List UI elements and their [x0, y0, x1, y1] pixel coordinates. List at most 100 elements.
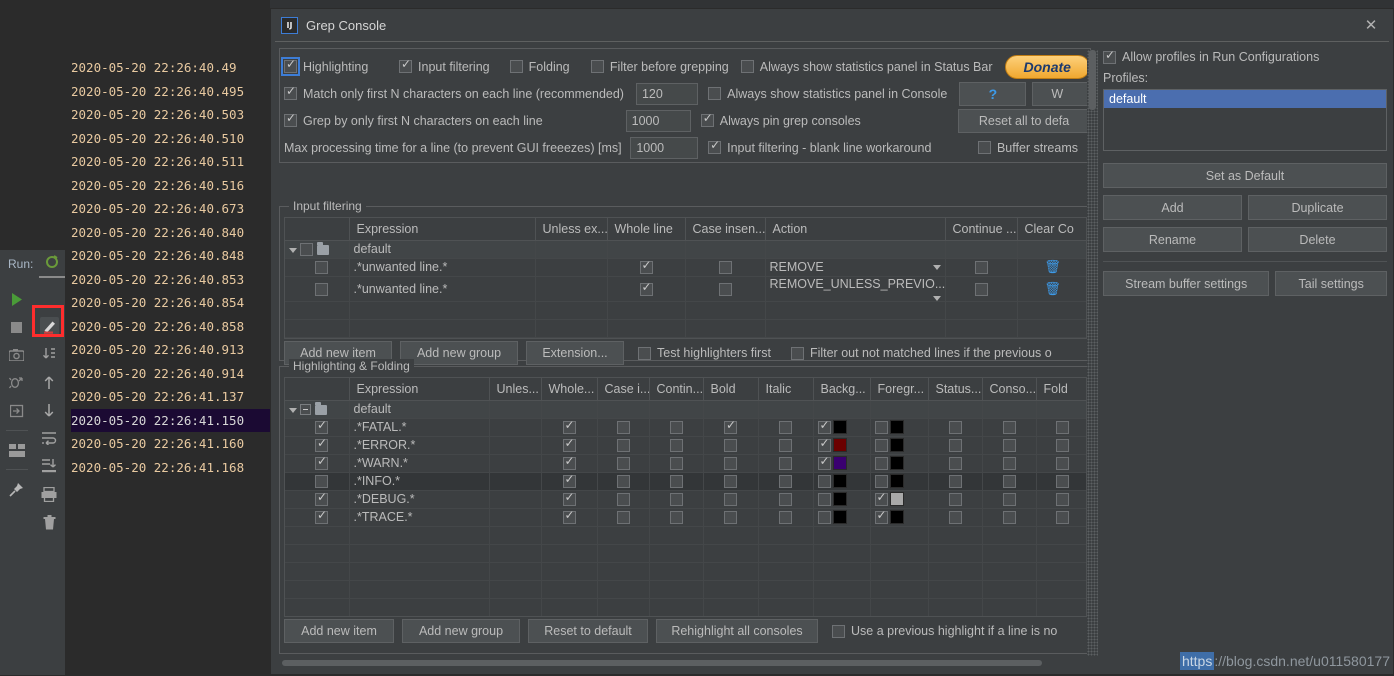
column-header[interactable]: Conso...: [982, 378, 1037, 401]
row-checkbox[interactable]: [1002, 475, 1016, 489]
row-checkbox[interactable]: [817, 455, 831, 470]
row-checkbox[interactable]: [874, 474, 888, 488]
row-checkbox[interactable]: [779, 493, 792, 507]
checkbox-box[interactable]: [832, 624, 845, 638]
foreground-color-swatch[interactable]: [889, 492, 904, 507]
add-new-group-button[interactable]: Add new group: [400, 341, 518, 365]
row-checkbox[interactable]: [315, 491, 328, 507]
checkbox-box[interactable]: [284, 112, 297, 127]
row-checkbox[interactable]: [724, 475, 737, 489]
checkbox-blank-line-workaround[interactable]: Input filtering - blank line workaround: [708, 139, 966, 155]
row-checkbox[interactable]: [562, 437, 576, 453]
table-row[interactable]: .*unwanted line.* REMOVE 🗑: [285, 258, 1086, 277]
row-checkbox[interactable]: [639, 281, 653, 296]
column-header[interactable]: Backg...: [813, 378, 871, 401]
background-color-swatch[interactable]: [832, 438, 847, 453]
row-checkbox[interactable]: [300, 243, 314, 257]
row-checkbox[interactable]: [718, 282, 732, 296]
table-row[interactable]: .*WARN.*: [285, 454, 1086, 473]
row-checkbox[interactable]: [315, 475, 328, 489]
row-checkbox[interactable]: [874, 420, 888, 434]
checkbox-filter-out-not-matched[interactable]: Filter out not matched lines if the prev…: [790, 346, 1052, 360]
row-checkbox[interactable]: [315, 282, 328, 296]
row-checkbox[interactable]: [1002, 511, 1016, 525]
row-checkbox[interactable]: [1055, 457, 1069, 471]
row-checkbox[interactable]: [1002, 421, 1016, 435]
foreground-color-swatch[interactable]: [889, 456, 904, 471]
row-checkbox[interactable]: [724, 511, 737, 525]
duplicate-profile-button[interactable]: Duplicate: [1248, 195, 1387, 220]
grep-highlight-icon[interactable]: [36, 313, 62, 339]
row-checkbox[interactable]: [779, 475, 792, 489]
checkbox-box[interactable]: [399, 58, 413, 73]
table-row[interactable]: .*FATAL.*: [285, 418, 1086, 437]
table-row[interactable]: .*TRACE.*: [285, 508, 1086, 527]
checkbox-filter-before-grepping[interactable]: Filter before grepping: [590, 60, 729, 74]
checkbox-allow-profiles[interactable]: Allow profiles in Run Configurations: [1103, 49, 1375, 64]
column-header[interactable]: [285, 378, 350, 401]
row-checkbox[interactable]: [948, 493, 962, 507]
row-checkbox[interactable]: [616, 457, 630, 471]
highlighting-table[interactable]: Expression Unles... Whole... Case i... Conti…: [285, 378, 1086, 616]
row-checkbox[interactable]: [616, 493, 630, 507]
row-checkbox[interactable]: [874, 509, 888, 524]
row-checkbox[interactable]: [948, 475, 962, 489]
column-header[interactable]: Case insen...: [685, 218, 766, 241]
table-group-row[interactable]: default: [285, 240, 1086, 259]
row-checkbox[interactable]: [616, 421, 630, 435]
row-checkbox[interactable]: [616, 475, 630, 489]
dialog-horizontal-scrollbar[interactable]: [281, 658, 1087, 668]
help-button[interactable]: ?: [959, 81, 1027, 106]
table-row[interactable]: .*unwanted line.* REMOVE_UNLESS_PREVIO...…: [285, 276, 1086, 302]
column-header[interactable]: Fold: [1036, 378, 1086, 401]
row-checkbox[interactable]: [817, 510, 831, 524]
dropdown-arrow-icon[interactable]: [932, 265, 941, 270]
checkbox-box[interactable]: [1103, 49, 1116, 64]
row-checkbox[interactable]: [874, 491, 888, 506]
trash-icon[interactable]: [36, 509, 62, 535]
camera-icon[interactable]: [4, 342, 30, 368]
run-icon[interactable]: [4, 286, 30, 312]
foreground-color-swatch[interactable]: [889, 438, 904, 453]
scroll-to-end-icon[interactable]: [36, 341, 62, 367]
row-checkbox[interactable]: [315, 509, 328, 525]
table-row[interactable]: .*DEBUG.*: [285, 490, 1086, 509]
checkbox-box[interactable]: [740, 60, 754, 73]
row-checkbox[interactable]: [724, 419, 737, 435]
debug-attach-icon[interactable]: [4, 370, 30, 396]
column-header[interactable]: Expression: [349, 218, 536, 241]
row-checkbox[interactable]: [1055, 475, 1069, 489]
checkbox-match-first-n[interactable]: Match only first N characters on each li…: [284, 85, 624, 101]
row-checkbox[interactable]: [669, 457, 683, 471]
table-row[interactable]: .*ERROR.*: [285, 436, 1086, 455]
input-filtering-table[interactable]: Expression Unless ex... Whole line Case ins…: [285, 218, 1086, 338]
checkbox-folding[interactable]: Folding: [509, 60, 579, 74]
row-checkbox[interactable]: [874, 456, 888, 470]
layout-icon[interactable]: [4, 437, 30, 463]
column-header[interactable]: Clear Co: [1017, 218, 1086, 241]
row-checkbox[interactable]: [779, 511, 792, 525]
row-checkbox[interactable]: [562, 509, 576, 525]
background-color-swatch[interactable]: [832, 510, 847, 525]
checkbox-grep-first-n[interactable]: Grep by only first N characters on each …: [284, 112, 614, 128]
background-color-swatch[interactable]: [832, 474, 847, 489]
row-checkbox[interactable]: [948, 457, 962, 471]
max-processing-input[interactable]: 1000: [630, 136, 699, 159]
stop-icon[interactable]: [4, 314, 30, 340]
checkbox-buffer-streams[interactable]: Buffer streams: [977, 141, 1078, 155]
delete-profile-button[interactable]: Delete: [1248, 227, 1387, 252]
row-checkbox[interactable]: [562, 491, 576, 507]
background-color-swatch[interactable]: [832, 456, 847, 471]
print-icon[interactable]: [36, 481, 62, 507]
extension-button[interactable]: Extension...: [526, 341, 624, 365]
checkbox-box[interactable]: [638, 346, 651, 360]
row-checkbox[interactable]: [1055, 511, 1069, 525]
checkbox-stats-console[interactable]: Always show statistics panel in Console: [708, 87, 947, 101]
column-header[interactable]: Bold: [703, 378, 759, 401]
row-checkbox[interactable]: [669, 493, 683, 507]
row-checkbox[interactable]: [974, 282, 988, 296]
row-checkbox[interactable]: [562, 455, 576, 471]
row-checkbox[interactable]: [948, 439, 962, 453]
foreground-color-swatch[interactable]: [889, 474, 904, 489]
row-checkbox[interactable]: [948, 511, 962, 525]
